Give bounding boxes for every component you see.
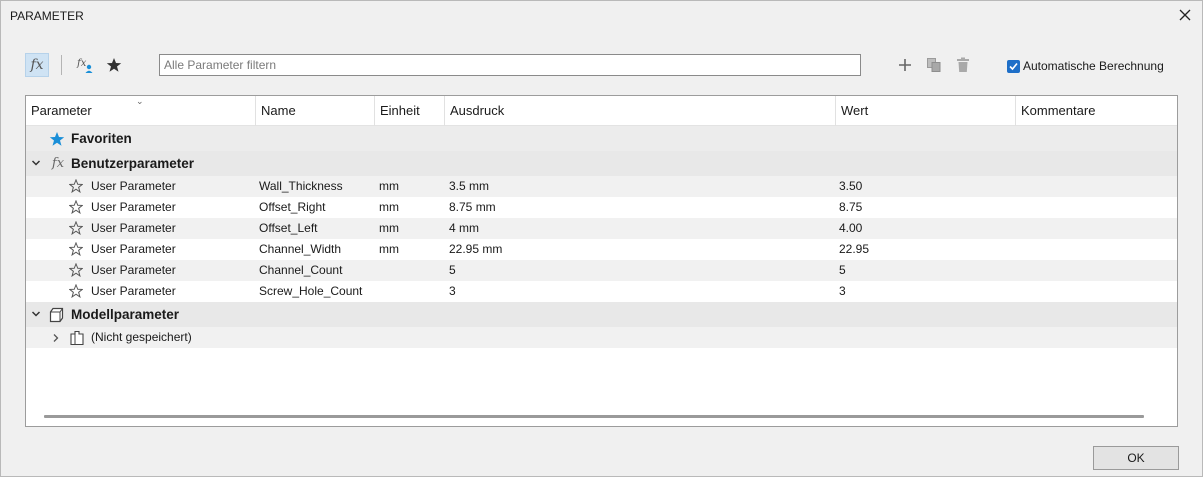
cell-expression[interactable]: 4 mm [449, 218, 479, 239]
cell-name[interactable]: Channel_Count [259, 260, 342, 281]
column-header-name[interactable]: Name [256, 96, 375, 126]
cell-parameter: User Parameter [91, 242, 176, 256]
horizontal-scrollbar[interactable] [44, 415, 1144, 418]
group-label: Favoriten [71, 131, 132, 146]
fx-icon: fx [51, 155, 65, 171]
trash-icon [957, 57, 969, 72]
checkmark-icon [1009, 62, 1018, 70]
star-outline-icon[interactable] [68, 283, 84, 299]
chevron-down-icon[interactable] [30, 157, 42, 169]
cell-value: 3.50 [839, 179, 863, 193]
cell-unit[interactable]: mm [379, 218, 399, 239]
parameter-table: ⌄ Parameter Name Einheit Ausdruck Wert K… [25, 95, 1178, 427]
tree-item-label: (Nicht gespeichert) [91, 330, 192, 344]
cell-expression[interactable]: 22.95 mm [449, 239, 502, 260]
table-header: ⌄ Parameter Name Einheit Ausdruck Wert K… [26, 96, 1177, 126]
fx-filter-button[interactable]: fx [25, 53, 49, 77]
ok-button[interactable]: OK [1093, 446, 1179, 470]
sort-caret-icon: ⌄ [136, 96, 144, 106]
column-label: Parameter [31, 103, 92, 118]
cell-expression[interactable]: 3.5 mm [449, 176, 489, 197]
svg-text:fx: fx [76, 58, 87, 69]
table-row[interactable]: User Parameter Channel_Count 5 5 [26, 260, 1177, 281]
star-outline-icon[interactable] [68, 220, 84, 236]
toolbar: fx fx Automatische Berechnung [1, 47, 1202, 83]
cell-name[interactable]: Screw_Hole_Count [259, 281, 362, 302]
cell-value: 3 [839, 284, 846, 298]
chevron-right-icon[interactable] [50, 332, 62, 344]
column-header-parameter[interactable]: ⌄ Parameter [26, 96, 256, 126]
table-row[interactable]: User Parameter Offset_Right mm 8.75 mm 8… [26, 197, 1177, 218]
cell-name[interactable]: Channel_Width [259, 239, 341, 260]
star-outline-icon[interactable] [68, 262, 84, 278]
fx-user-icon: fx [76, 58, 93, 73]
user-parameter-filter-button[interactable]: fx [73, 53, 97, 77]
group-label: Benutzerparameter [71, 156, 195, 171]
plus-icon [899, 59, 911, 71]
column-label: Einheit [380, 103, 420, 118]
cell-parameter: User Parameter [91, 284, 176, 298]
column-header-value[interactable]: Wert [836, 96, 1016, 126]
cell-unit[interactable]: mm [379, 176, 399, 197]
group-row-favorites[interactable]: Favoriten [26, 126, 1177, 151]
group-label: Modellparameter [71, 307, 180, 322]
model-cube-icon [48, 306, 66, 324]
cell-value: 8.75 [839, 200, 863, 214]
table-row[interactable]: User Parameter Wall_Thickness mm 3.5 mm … [26, 176, 1177, 197]
table-row[interactable]: User Parameter Screw_Hole_Count 3 3 [26, 281, 1177, 302]
cell-expression[interactable]: 5 [449, 260, 456, 281]
cell-unit[interactable]: mm [379, 197, 399, 218]
star-outline-icon[interactable] [68, 241, 84, 257]
chevron-down-icon[interactable] [30, 308, 42, 320]
copy-icon [927, 58, 941, 72]
group-row-model-parameters[interactable]: Modellparameter [26, 302, 1177, 327]
close-icon [1179, 9, 1191, 21]
fx-icon: fx [30, 57, 44, 73]
cell-expression[interactable]: 8.75 mm [449, 197, 496, 218]
dialog-title: PARAMETER [10, 9, 84, 23]
favorites-filter-button[interactable] [102, 53, 126, 77]
cell-unit[interactable]: mm [379, 239, 399, 260]
cell-name[interactable]: Offset_Right [259, 197, 325, 218]
cell-parameter: User Parameter [91, 263, 176, 277]
column-header-unit[interactable]: Einheit [375, 96, 445, 126]
cell-value: 5 [839, 263, 846, 277]
cell-parameter: User Parameter [91, 179, 176, 193]
star-outline-icon[interactable] [68, 178, 84, 194]
column-header-comments[interactable]: Kommentare [1016, 96, 1177, 126]
star-icon [106, 58, 122, 72]
tree-row-unsaved[interactable]: (Nicht gespeichert) [26, 327, 1177, 348]
cell-name[interactable]: Offset_Left [259, 218, 317, 239]
cell-parameter: User Parameter [91, 200, 176, 214]
table-row[interactable]: User Parameter Offset_Left mm 4 mm 4.00 [26, 218, 1177, 239]
favorites-star-icon [48, 130, 66, 148]
toolbar-separator [61, 55, 62, 75]
column-label: Wert [841, 103, 869, 118]
auto-calc-checkbox[interactable] [1007, 59, 1020, 73]
component-icon [68, 329, 86, 346]
filter-input[interactable] [159, 54, 861, 76]
star-outline-icon[interactable] [68, 199, 84, 215]
add-parameter-button[interactable] [893, 53, 917, 77]
copy-parameter-button[interactable] [922, 53, 946, 77]
column-label: Name [261, 103, 296, 118]
column-label: Ausdruck [450, 103, 505, 118]
auto-calc-toggle[interactable]: Automatische Berechnung [1007, 59, 1164, 73]
cell-value: 22.95 [839, 242, 870, 256]
parameter-dialog: PARAMETER fx fx Alle Parameter filtern A… [0, 0, 1203, 477]
title-bar: PARAMETER [1, 1, 1202, 31]
auto-calc-label: Automatische Berechnung [1023, 59, 1164, 73]
table-row[interactable]: User Parameter Channel_Width mm 22.95 mm… [26, 239, 1177, 260]
close-button[interactable] [1175, 5, 1195, 25]
delete-parameter-button[interactable] [951, 53, 975, 77]
column-label: Kommentare [1021, 103, 1096, 118]
cell-name[interactable]: Wall_Thickness [259, 176, 343, 197]
column-header-expression[interactable]: Ausdruck [445, 96, 836, 126]
cell-parameter: User Parameter [91, 221, 176, 235]
cell-expression[interactable]: 3 [449, 281, 456, 302]
group-row-user-parameters[interactable]: fx Benutzerparameter [26, 151, 1177, 176]
cell-value: 4.00 [839, 221, 863, 235]
